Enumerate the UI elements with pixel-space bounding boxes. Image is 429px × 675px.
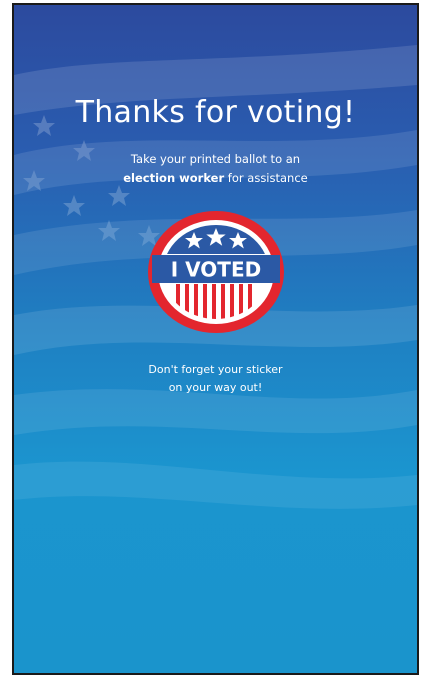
sticker-label: I VOTED [171, 258, 261, 282]
page-title: Thanks for voting! [75, 95, 356, 130]
reminder-line-1: Don't forget your sticker [148, 363, 283, 376]
sticker-reminder: Don't forget your sticker on your way ou… [14, 361, 417, 397]
instruction-line-2: election worker for assistance [14, 169, 417, 188]
i-voted-sticker-icon: I VOTED [148, 211, 284, 333]
voting-complete-screen: Thanks for voting! Take your printed bal… [12, 3, 419, 675]
reminder-line-2: on your way out! [168, 381, 263, 394]
instruction-text: Take your printed ballot to an election … [14, 150, 417, 188]
instruction-line-1: Take your printed ballot to an [130, 152, 301, 166]
instruction-rest: for assistance [224, 171, 308, 185]
instruction-emphasis: election worker [123, 171, 225, 185]
